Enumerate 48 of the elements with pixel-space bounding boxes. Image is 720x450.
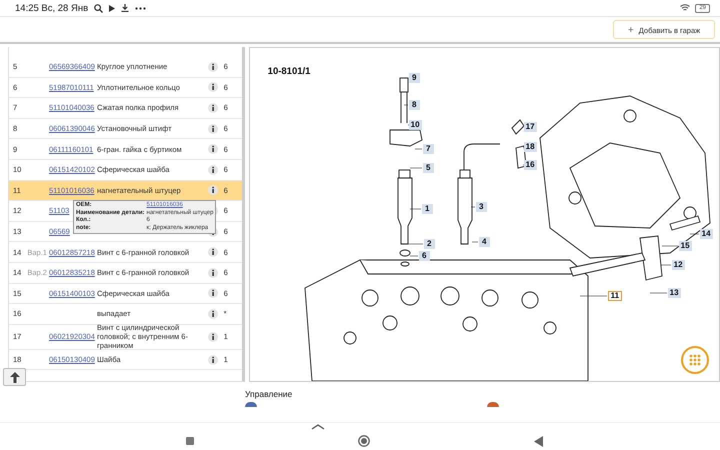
- callout-label[interactable]: 15: [678, 241, 692, 251]
- callout-label[interactable]: 5: [422, 163, 434, 173]
- up-arrow-icon: [10, 372, 20, 382]
- info-icon[interactable]: [208, 332, 218, 342]
- more-icon: [135, 6, 146, 10]
- search-icon: [94, 4, 104, 12]
- callout-label[interactable]: 6: [418, 251, 430, 261]
- info-icon[interactable]: [208, 82, 218, 92]
- callout-label[interactable]: 10: [408, 120, 422, 130]
- callout-label[interactable]: 12: [672, 260, 685, 270]
- callout-label[interactable]: 13: [668, 288, 681, 298]
- control-icon[interactable]: [487, 402, 499, 407]
- info-icon[interactable]: [208, 288, 218, 298]
- clock-time: 14:25 Вс, 28 Янв: [15, 2, 88, 14]
- callout-label[interactable]: 11: [608, 291, 622, 301]
- chevron-up-icon[interactable]: [311, 424, 325, 430]
- control-icon[interactable]: [245, 402, 257, 407]
- callout-label[interactable]: 1: [422, 204, 433, 214]
- callout-label[interactable]: 4: [478, 237, 490, 247]
- info-icon[interactable]: [208, 268, 218, 278]
- home-icon[interactable]: [358, 435, 370, 447]
- info-icon[interactable]: [208, 124, 218, 134]
- callout-label[interactable]: 7: [422, 144, 434, 154]
- wifi-icon: [680, 4, 690, 12]
- callout-label[interactable]: 9: [408, 73, 420, 83]
- download-icon: [121, 4, 130, 12]
- info-icon[interactable]: [208, 102, 218, 113]
- callout-label[interactable]: 18: [524, 142, 537, 152]
- recent-apps-icon[interactable]: [186, 437, 194, 445]
- callout-label[interactable]: 17: [524, 122, 537, 132]
- info-icon[interactable]: [208, 354, 218, 365]
- callout-label[interactable]: 14: [700, 229, 713, 239]
- callout-label[interactable]: 3: [476, 202, 487, 212]
- info-icon[interactable]: [208, 144, 218, 154]
- info-icon[interactable]: [208, 308, 218, 319]
- callout-label[interactable]: 8: [408, 100, 420, 110]
- info-icon[interactable]: [208, 247, 218, 258]
- section-title: Управление: [245, 389, 294, 399]
- callout-label[interactable]: 2: [424, 239, 435, 249]
- scroll-up-button[interactable]: [3, 368, 26, 386]
- info-icon[interactable]: [208, 185, 218, 196]
- callout-label[interactable]: 16: [524, 160, 537, 170]
- back-icon[interactable]: [534, 436, 542, 446]
- info-icon[interactable]: [208, 62, 218, 72]
- play-icon: [109, 4, 116, 12]
- diagram-title: 10-8101/1: [268, 66, 310, 77]
- grid-icon: [688, 354, 701, 366]
- info-icon[interactable]: [208, 164, 218, 175]
